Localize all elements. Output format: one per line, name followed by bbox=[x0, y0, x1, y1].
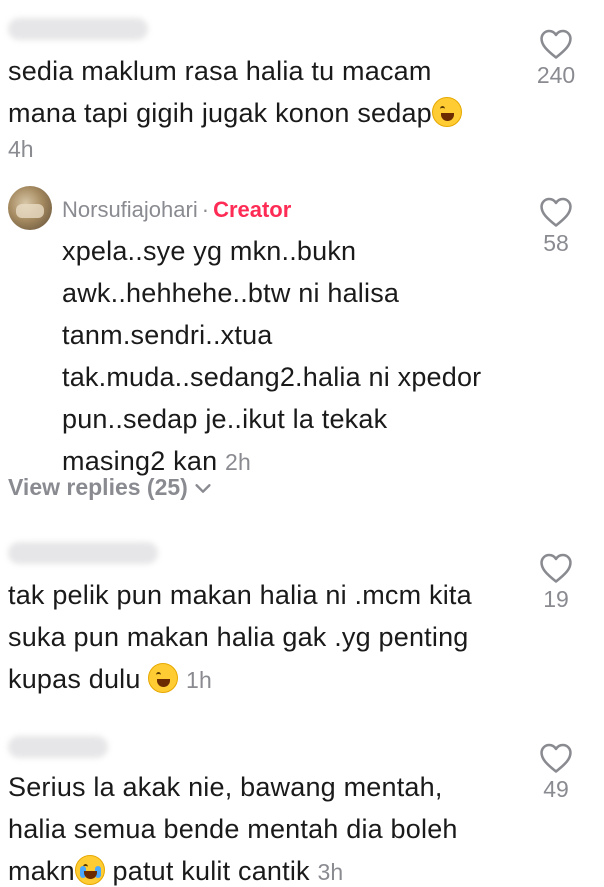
username[interactable]: Norsufiajohari bbox=[62, 197, 198, 222]
comment-text: sedia maklum rasa halia tu macam mana ta… bbox=[8, 50, 528, 134]
heart-outline-icon bbox=[540, 743, 572, 773]
blurred-username bbox=[8, 18, 148, 40]
comment-text: xpela..sye yg mkn..bukn awk..hehhehe..bt… bbox=[62, 236, 482, 476]
comment-time: 3h bbox=[317, 859, 344, 885]
like-button[interactable]: 49 bbox=[526, 742, 586, 803]
crying-emoji-icon bbox=[74, 855, 105, 885]
like-count: 240 bbox=[536, 62, 576, 88]
comment-time: 2h bbox=[225, 449, 251, 475]
like-button[interactable]: 19 bbox=[526, 552, 586, 613]
like-button[interactable]: 240 bbox=[526, 28, 586, 89]
comment-time: 1h bbox=[186, 667, 212, 693]
laughing-emoji-icon bbox=[148, 663, 179, 693]
like-count: 58 bbox=[543, 230, 569, 256]
separator-dot: · bbox=[201, 197, 210, 222]
avatar[interactable] bbox=[8, 186, 52, 230]
creator-badge: Creator bbox=[213, 197, 292, 222]
like-button[interactable]: 58 bbox=[526, 196, 586, 257]
comment-time: 4h bbox=[8, 136, 34, 162]
blurred-username bbox=[8, 542, 158, 564]
rofl-emoji-icon bbox=[431, 97, 462, 127]
heart-outline-icon bbox=[540, 29, 572, 59]
comment-author-row: Norsufiajohari · Creator bbox=[62, 196, 291, 224]
view-replies-label: View replies (25) bbox=[8, 474, 188, 500]
heart-outline-icon bbox=[540, 553, 572, 583]
heart-outline-icon bbox=[540, 197, 572, 227]
blurred-username bbox=[8, 736, 108, 758]
chevron-down-icon bbox=[195, 483, 211, 493]
view-replies-button[interactable]: View replies (25) bbox=[8, 474, 214, 501]
like-count: 19 bbox=[543, 586, 569, 612]
comment-text: Serius la akak nie, bawang mentah, halia… bbox=[8, 772, 458, 886]
like-count: 49 bbox=[543, 776, 569, 802]
comment-text: tak pelik pun makan halia ni .mcm kita s… bbox=[8, 580, 472, 694]
